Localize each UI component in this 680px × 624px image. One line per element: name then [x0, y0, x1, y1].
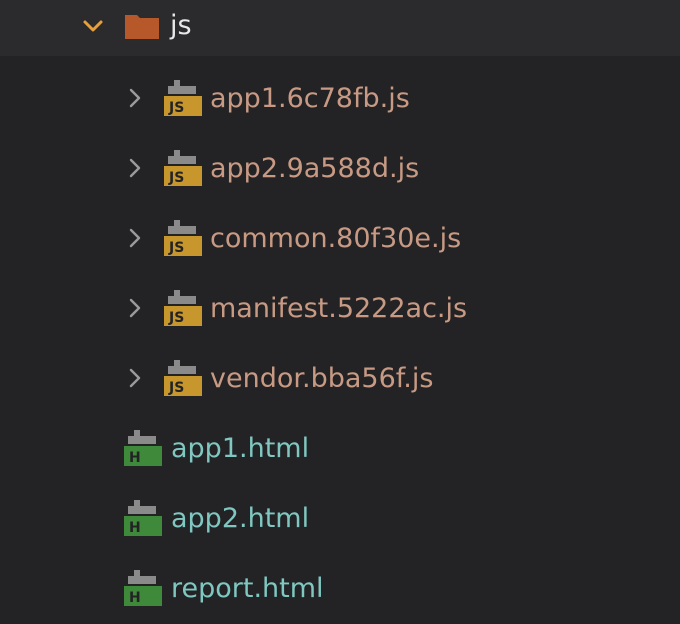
folder-icon — [124, 12, 160, 40]
file-name: app1.html — [171, 433, 310, 464]
file-name: app1.6c78fb.js — [210, 83, 410, 114]
file-row[interactable]: JS common.80f30e.js — [0, 204, 680, 274]
file-name: app2.9a588d.js — [210, 153, 420, 184]
js-file-icon: JS — [164, 218, 202, 258]
js-file-icon: JS — [164, 288, 202, 328]
file-row[interactable]: JS app2.9a588d.js — [0, 134, 680, 204]
file-row[interactable]: H app2.html — [0, 484, 680, 554]
file-row[interactable]: H report.html — [0, 554, 680, 624]
js-file-icon: JS — [164, 78, 202, 118]
file-name: report.html — [171, 573, 324, 604]
html-file-icon: H — [124, 498, 162, 538]
file-row[interactable]: JS app1.6c78fb.js — [0, 64, 680, 134]
js-file-icon: JS — [164, 358, 202, 398]
html-file-icon: H — [124, 568, 162, 608]
file-name: vendor.bba56f.js — [210, 363, 434, 394]
file-tree: js JS app1.6c78fb.js JS app2.9a588d.js J… — [0, 0, 680, 622]
js-file-icon: JS — [164, 148, 202, 188]
chevron-down-icon[interactable] — [82, 15, 104, 37]
file-name: manifest.5222ac.js — [210, 293, 468, 324]
file-row[interactable]: H app1.html — [0, 414, 680, 484]
svg-text:JS: JS — [168, 240, 184, 256]
svg-text:JS: JS — [168, 100, 184, 116]
html-file-icon: H — [124, 428, 162, 468]
svg-text:H: H — [129, 450, 141, 466]
svg-text:JS: JS — [168, 170, 184, 186]
folder-name: js — [170, 10, 192, 41]
svg-text:JS: JS — [168, 310, 184, 326]
file-name: app2.html — [171, 503, 310, 534]
folder-row-js[interactable]: js — [0, 0, 680, 56]
svg-text:H: H — [129, 520, 141, 536]
chevron-right-icon[interactable] — [124, 87, 146, 109]
chevron-right-icon[interactable] — [124, 227, 146, 249]
svg-text:JS: JS — [168, 380, 184, 396]
file-row[interactable]: JS vendor.bba56f.js — [0, 344, 680, 414]
svg-text:H: H — [129, 590, 141, 606]
file-name: common.80f30e.js — [210, 223, 462, 254]
chevron-right-icon[interactable] — [124, 157, 146, 179]
file-row[interactable]: JS manifest.5222ac.js — [0, 274, 680, 344]
chevron-right-icon[interactable] — [124, 297, 146, 319]
chevron-right-icon[interactable] — [124, 367, 146, 389]
